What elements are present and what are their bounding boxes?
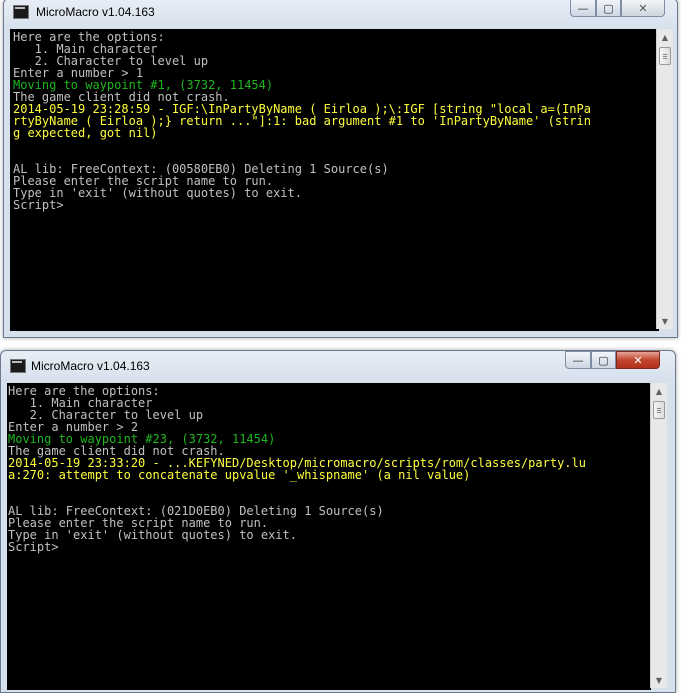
scroll-down-arrow-icon[interactable]: ▼ [657, 313, 673, 329]
console-output[interactable]: Here are the options: 1. Main character … [10, 29, 659, 331]
scrollbar-thumb[interactable] [653, 401, 665, 419]
title-bar[interactable]: MicroMacro v1.04.163 — ▢ ✕ [1, 351, 675, 379]
console-line: g expected, got nil) [13, 126, 158, 140]
scroll-up-arrow-icon[interactable]: ▲ [651, 383, 667, 399]
window-title: MicroMacro v1.04.163 [36, 5, 155, 19]
scrollbar-thumb[interactable] [659, 47, 671, 65]
console-window-1: MicroMacro v1.04.163 — ▢ ✕ Here are the … [3, 0, 678, 338]
minimize-button[interactable]: — [570, 0, 596, 17]
console-line: Script> [8, 540, 59, 554]
console-window-2: MicroMacro v1.04.163 — ▢ ✕ Here are the … [0, 350, 676, 693]
window-title: MicroMacro v1.04.163 [31, 359, 150, 373]
maximize-button[interactable]: ▢ [591, 351, 616, 369]
scroll-up-arrow-icon[interactable]: ▲ [657, 29, 673, 45]
console-output[interactable]: Here are the options: 1. Main character … [7, 383, 651, 690]
console-app-icon [13, 5, 29, 19]
vertical-scrollbar[interactable]: ▲ ▼ [650, 383, 667, 688]
console-app-icon [10, 359, 26, 373]
console-line: Type in 'exit' (without quotes) to exit. [13, 186, 302, 200]
close-button[interactable]: ✕ [616, 351, 660, 369]
console-line: a:270: attempt to concatenate upvalue '_… [8, 468, 471, 482]
scroll-down-arrow-icon[interactable]: ▼ [651, 672, 667, 688]
maximize-button[interactable]: ▢ [596, 0, 621, 17]
close-button[interactable]: ✕ [621, 0, 665, 17]
console-line: Type in 'exit' (without quotes) to exit. [8, 528, 297, 542]
minimize-button[interactable]: — [565, 351, 591, 369]
title-bar[interactable]: MicroMacro v1.04.163 — ▢ ✕ [4, 0, 677, 29]
console-line: Script> [13, 198, 64, 212]
vertical-scrollbar[interactable]: ▲ ▼ [656, 29, 673, 329]
